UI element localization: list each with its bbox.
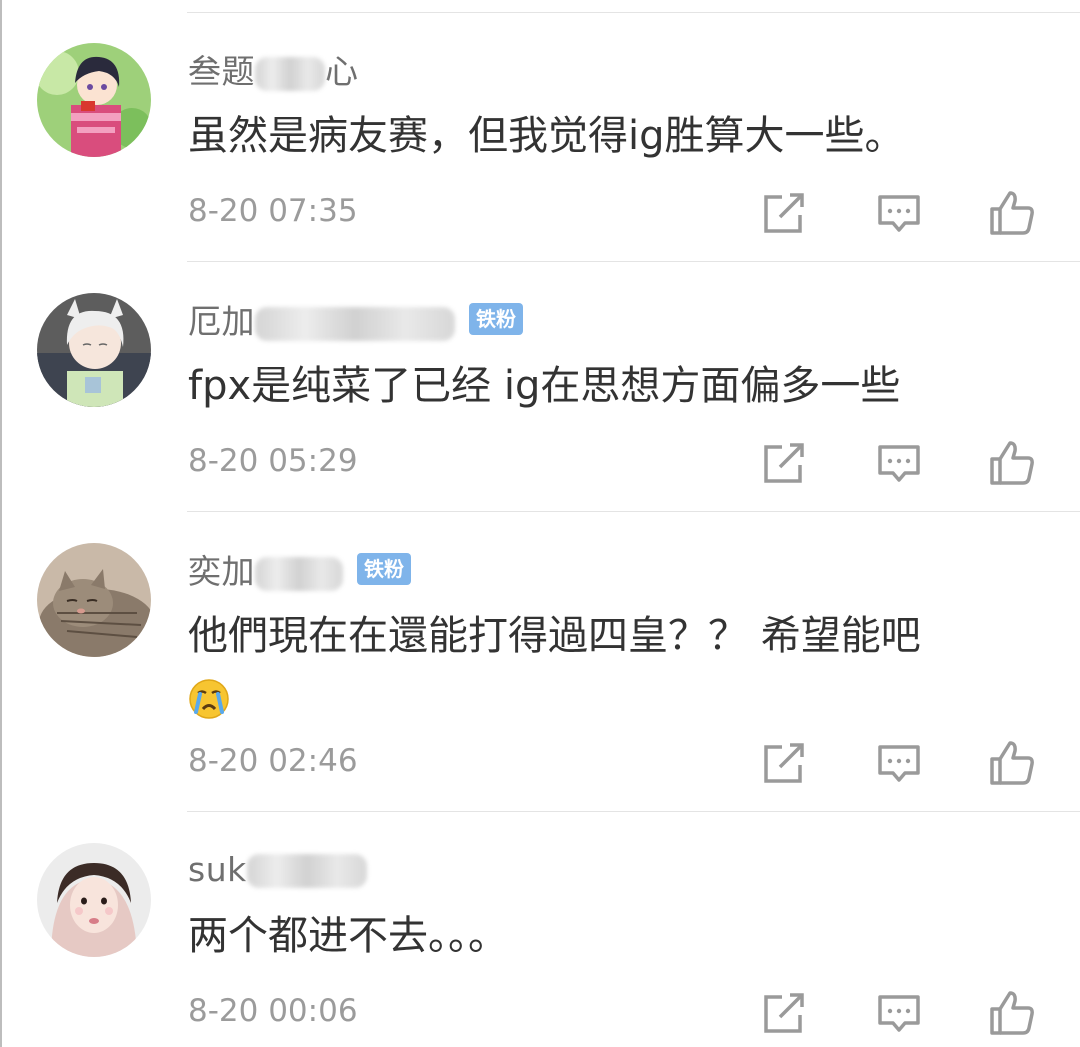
comment-text-body: 他們現在在還能打得過四皇？？ 希望能吧 [188,613,921,659]
repost-icon [764,993,804,1033]
comment-icon [878,445,920,482]
comment-icon [878,995,920,1032]
username-text: 叁题 [188,52,255,91]
username[interactable]: 奕加 [188,545,343,593]
username-text-tail: 心 [325,52,359,91]
timestamp: 8-20 07:35 [188,193,358,229]
username[interactable]: 叁题 心 [188,45,359,93]
timestamp: 8-20 02:46 [188,743,358,779]
avatar-image-anime-boy [37,293,151,407]
avatar[interactable] [37,543,151,657]
username[interactable]: suk [188,850,367,889]
like-button[interactable] [988,189,1036,237]
repost-icon [764,743,804,783]
avatar[interactable] [37,293,151,407]
repost-button[interactable] [760,989,808,1037]
fan-badge[interactable]: 铁粉 [357,553,411,585]
comment-text: 他們現在在還能打得過四皇？？ 希望能吧 [188,606,1040,726]
repost-button[interactable] [760,189,808,237]
username-redaction [255,56,325,91]
username-text: 奕加 [188,552,255,591]
username-text: 厄加 [188,302,255,341]
comment-item: suk 两个都进不去。。。 8-20 00:06 [0,812,1080,1047]
comment-button[interactable] [875,189,923,237]
username-text: suk [188,849,247,889]
fan-badge[interactable]: 铁粉 [469,303,523,335]
comment-icon [878,745,920,782]
like-icon [990,741,1034,785]
like-button[interactable] [988,439,1036,487]
username-redaction [246,854,367,888]
avatar-image-girl-photo [37,843,151,957]
like-button[interactable] [988,989,1036,1037]
username-row: 厄加 铁粉 [188,297,523,341]
comment-button[interactable] [875,439,923,487]
avatar-image-cat [37,543,151,657]
username-row: suk [188,847,367,891]
username[interactable]: 厄加 [188,295,455,343]
username-redaction [255,306,455,341]
crying-face-emoji [188,677,230,719]
comment-item: 厄加 铁粉 fpx是纯菜了已经 ig在思想方面偏多一些 8-20 05:29 [0,262,1080,512]
comment-icon [878,195,920,232]
like-icon [990,991,1034,1035]
comment-item: 奕加 铁粉 他們現在在還能打得過四皇？？ 希望能吧 8-20 02:46 [0,512,1080,812]
comment-item: 叁题 心 虽然是病友赛，但我觉得ig胜算大一些。 8-20 07:35 [0,0,1080,262]
username-row: 奕加 铁粉 [188,547,411,591]
repost-button[interactable] [760,739,808,787]
avatar[interactable] [37,843,151,957]
comment-button[interactable] [875,739,923,787]
username-redaction [255,556,343,591]
repost-icon [764,443,804,483]
comment-text: 两个都进不去。。。 [188,913,508,959]
avatar[interactable] [37,43,151,157]
like-button[interactable] [988,739,1036,787]
repost-button[interactable] [760,439,808,487]
comment-text: fpx是纯菜了已经 ig在思想方面偏多一些 [188,363,901,409]
repost-icon [764,193,804,233]
timestamp: 8-20 05:29 [188,443,358,479]
comment-button[interactable] [875,989,923,1037]
like-icon [990,441,1034,485]
comment-text: 虽然是病友赛，但我觉得ig胜算大一些。 [188,113,905,159]
like-icon [990,191,1034,235]
timestamp: 8-20 00:06 [188,993,358,1029]
username-row: 叁题 心 [188,47,359,91]
avatar-image-anime-girl [37,43,151,157]
